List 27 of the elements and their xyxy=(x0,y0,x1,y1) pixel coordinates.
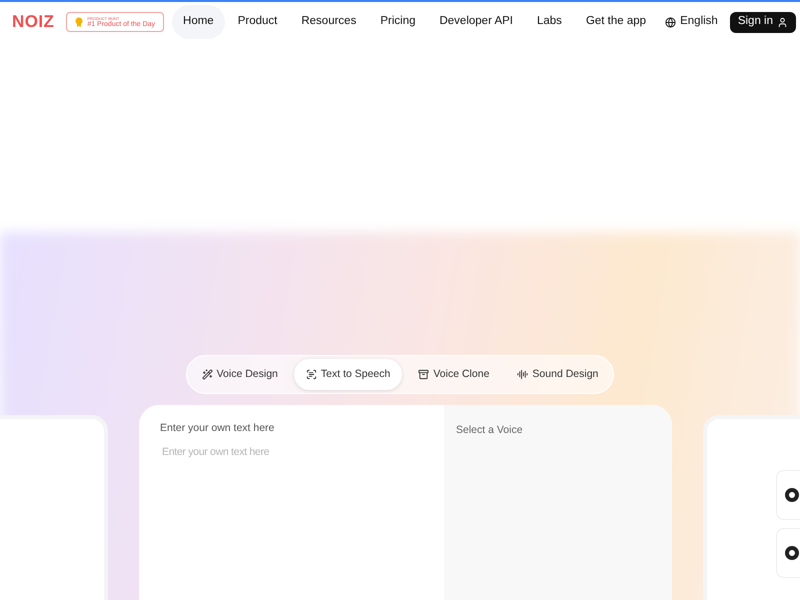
logo[interactable]: NOIZ xyxy=(12,9,54,35)
medal-icon xyxy=(75,17,84,27)
nav-link[interactable]: Home xyxy=(172,5,225,39)
sign-in-button[interactable]: Sign in xyxy=(730,12,796,32)
scan-text-icon xyxy=(306,369,317,380)
nav-link[interactable]: Resources xyxy=(290,5,368,39)
play-button[interactable] xyxy=(776,470,800,520)
stack-icon xyxy=(418,369,430,380)
wand-icon xyxy=(202,369,213,380)
nav-link[interactable]: Developer API xyxy=(428,5,524,39)
user-icon xyxy=(777,16,788,28)
sound-wave-icon xyxy=(517,369,528,380)
record-icon xyxy=(785,546,799,560)
tab[interactable]: Voice Clone xyxy=(406,359,502,390)
language-button[interactable]: English xyxy=(665,13,718,31)
nav-link[interactable]: Labs xyxy=(526,5,573,39)
globe-icon xyxy=(665,16,676,28)
play-button[interactable] xyxy=(776,528,800,578)
nav-link[interactable]: Pricing xyxy=(369,5,426,39)
nav-link[interactable]: Product xyxy=(226,5,288,39)
voice-label: Select a Voice xyxy=(456,424,523,436)
text-label: Enter your own text here xyxy=(160,421,276,436)
nav-link[interactable]: Get the app xyxy=(574,5,658,39)
tab[interactable]: Sound Design xyxy=(505,359,610,390)
tab[interactable]: Text to Speech xyxy=(294,359,402,390)
record-icon xyxy=(785,488,799,502)
tab[interactable]: Voice Design xyxy=(190,359,290,390)
